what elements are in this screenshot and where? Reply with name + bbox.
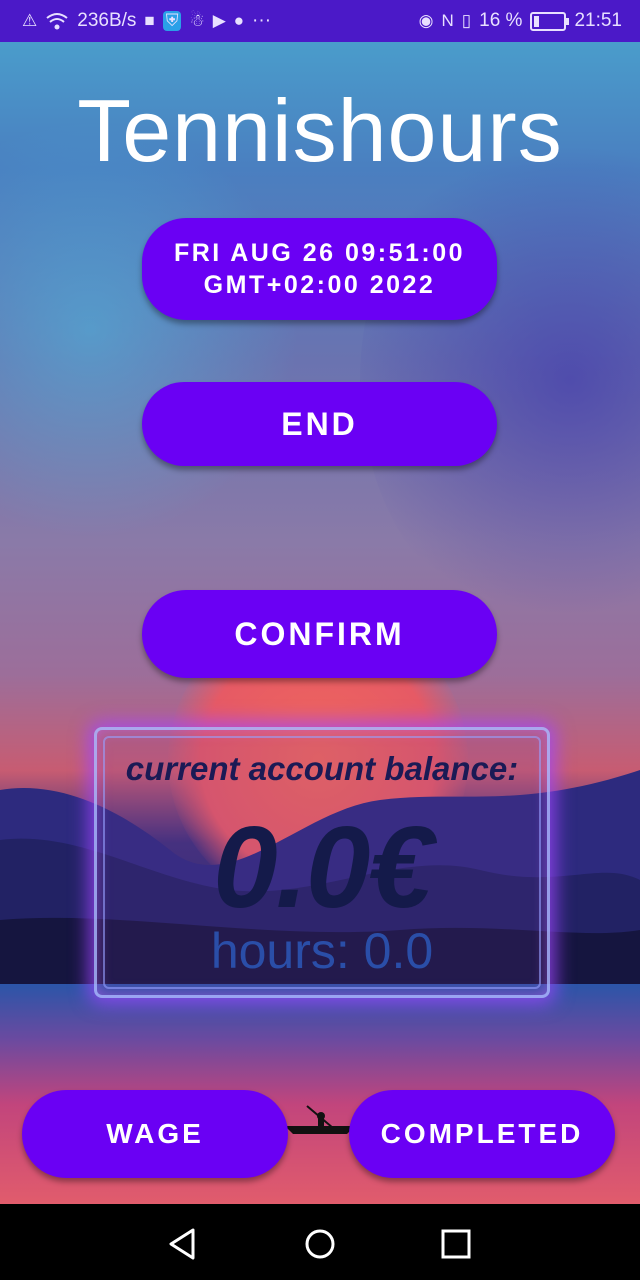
hours-value: hours: 0.0 (210, 923, 434, 979)
home-icon[interactable] (300, 1224, 340, 1264)
end-button[interactable]: END (142, 382, 497, 466)
background-glow-left (0, 120, 300, 540)
balance-value: 0.0€ (213, 802, 433, 932)
nfc-icon: N (441, 11, 454, 30)
more-notifications: ··· (252, 10, 272, 31)
recents-icon[interactable] (436, 1224, 476, 1264)
navigation-bar (0, 1204, 640, 1280)
boat-icon (285, 1105, 355, 1134)
back-icon[interactable] (163, 1224, 203, 1264)
confirm-button[interactable]: CONFIRM (142, 590, 497, 678)
clock: 21:51 (574, 10, 622, 31)
vibrate-icon: ▯ (461, 11, 472, 30)
gamepad-icon: ☃ (189, 11, 205, 30)
square-icon: ■ (144, 11, 155, 30)
status-bar: ⚠ 236B/s ■ ⛨ ☃ ▶ ● ··· ◉ N ▯ 16 % 21:51 (0, 0, 640, 42)
page-title: Tennishours (77, 81, 563, 180)
network-speed: 236B/s (77, 10, 137, 31)
keyhole-icon: ● (233, 11, 245, 30)
app-screen: ⚠ 236B/s ■ ⛨ ☃ ▶ ● ··· ◉ N ▯ 16 % 21:51 … (0, 0, 640, 1204)
date-button[interactable]: FRI AUG 26 09:51:00 GMT+02:00 2022 (142, 218, 497, 320)
play-icon: ▶ (212, 11, 226, 30)
alert-icon: ⚠ (22, 11, 38, 30)
wifi-icon (46, 13, 68, 30)
battery-icon (530, 11, 570, 31)
battery-percent: 16 % (479, 10, 523, 31)
background-glow-right (360, 120, 640, 640)
wage-button[interactable]: WAGE (22, 1090, 288, 1178)
completed-button[interactable]: COMPLETED (349, 1090, 615, 1178)
eye-icon: ◉ (418, 11, 434, 30)
balance-label: current account balance: (125, 750, 519, 787)
balance-card: current account balance: 0.0€ hours: 0.0 (94, 727, 550, 998)
shield-app-icon: ⛨ (162, 11, 182, 31)
